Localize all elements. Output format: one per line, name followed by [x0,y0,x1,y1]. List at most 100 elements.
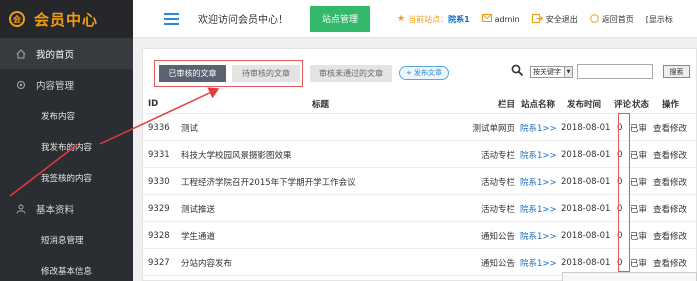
user-info[interactable]: admin [481,14,520,24]
row-title[interactable]: 测试 [181,115,198,140]
sidebar-item-label: 内容管理 [36,80,75,92]
sidebar-item-label: 基本资料 [36,204,75,216]
home-icon [15,48,26,59]
home-link[interactable]: 返回首页 [589,13,634,25]
logout-icon [531,13,543,25]
current-site-value: 院系1 [448,14,470,24]
row-id: 9330 [148,176,170,187]
row-date: 2018-08-01 [561,230,611,241]
row-id: 9329 [148,203,170,214]
table-row: 9328 学生通道 通知公告 院系1>> 2018-08-01 0 已审 查看修… [143,223,696,249]
welcome-text: 欢迎访问会员中心！ [198,15,288,26]
row-column: 活动专栏 [480,204,515,215]
table-row: 9336 测试 测试单网页 院系1>> 2018-08-01 0 已审 查看 修改 [143,115,696,141]
header-site: 站点名称 [521,99,556,110]
mail-icon [481,14,492,24]
header-column: 栏目 [497,99,515,110]
header-date: 发布时间 [567,99,602,110]
sidebar-item-home[interactable]: 我的首页 [0,38,133,69]
search-icon [511,64,524,77]
row-title[interactable]: 工程经济学院召开2015年下学期开学工作会议 [181,169,356,194]
row-site-link[interactable]: 院系1>> [520,115,557,140]
row-site-link[interactable]: 院系1>> [520,196,557,221]
tab-rejected[interactable]: 审核未通过的文章 [310,65,392,82]
row-date: 2018-08-01 [561,122,611,133]
row-actions: 查看 修改 [653,196,687,221]
topbar: 欢迎访问会员中心！ 站点管理 ★ 当前站点：院系1 admin 安全退出 返回首… [133,0,697,38]
site-manage-button[interactable]: 站点管理 [310,5,371,32]
header-id: ID [148,98,159,109]
header-status: 状态 [632,99,650,110]
row-actions: 查看 修改 [653,142,687,167]
table-row: 9330 工程经济学院召开2015年下学期开学工作会议 活动专栏 院系1>> 2… [143,169,696,195]
sidebar-item-edit-info[interactable]: 修改基本信息 [0,255,133,281]
view-link[interactable]: 查看 [653,176,670,188]
view-link[interactable]: 查看 [653,230,670,242]
row-actions: 查看 修改 [653,169,687,194]
tab-pending[interactable]: 待审核的文章 [232,65,300,82]
header-ops: 操作 [662,99,680,110]
header-title: 标题 [312,99,330,110]
view-link[interactable]: 查看 [653,203,670,215]
view-link[interactable]: 查看 [653,257,670,269]
topbar-extra[interactable]: [显示标 [646,14,673,25]
publish-article-button[interactable]: + 发布文章 [399,66,449,80]
sidebar: 会 会员中心 我的首页 内容管理 发布内容 我发布的内容 我签核的内容 基本资料… [0,0,133,281]
sidebar-item-profile[interactable]: 基本资料 [0,193,133,224]
edit-link[interactable]: 修改 [670,230,687,242]
user-icon [15,203,26,214]
sidebar-item-publish[interactable]: 发布内容 [0,100,133,131]
row-column: 活动专栏 [480,150,515,161]
row-column: 通知公告 [480,258,515,269]
view-link[interactable]: 查看 [653,149,670,161]
table-header: ID 标题 栏目 站点名称 发布时间 评论 状态 操作 [143,94,696,114]
row-site-link[interactable]: 院系1>> [520,169,557,194]
search-button[interactable]: 搜索 [663,65,690,78]
username: admin [494,14,520,24]
row-actions: 查看 修改 [653,115,687,140]
row-id: 9336 [148,122,170,133]
row-status: 已审 [630,204,648,215]
row-status: 已审 [630,150,648,161]
topbar-right: ★ 当前站点：院系1 admin 安全退出 返回首页 [显示标 [397,0,673,38]
row-id: 9327 [148,257,170,268]
floating-popup [562,272,697,281]
row-actions: 查看 修改 [653,223,687,248]
edit-link[interactable]: 修改 [670,203,687,215]
row-id: 9328 [148,230,170,241]
view-link[interactable]: 查看 [653,122,670,134]
brand-title: 会员中心 [34,10,99,29]
search-input[interactable] [577,64,653,79]
article-panel: 已审核的文章 待审核的文章 审核未通过的文章 + 发布文章 按关键字 ▼ 搜索 … [142,48,697,281]
sidebar-item-my-published[interactable]: 我发布的内容 [0,131,133,162]
edit-link[interactable]: 修改 [670,122,687,134]
star-icon: ★ [397,14,406,24]
logo: 会 会员中心 [0,0,133,38]
edit-link[interactable]: 修改 [670,176,687,188]
search-type-select[interactable]: 按关键字 ▼ [530,66,573,78]
row-column: 通知公告 [480,231,515,242]
sidebar-item-my-signed[interactable]: 我签核的内容 [0,162,133,193]
header-count: 评论 [614,99,632,110]
return-icon [589,13,599,25]
edit-link[interactable]: 修改 [670,149,687,161]
edit-link[interactable]: 修改 [670,257,687,269]
row-title[interactable]: 学生通道 [181,223,215,248]
brand-icon: 会 [9,11,25,27]
current-site: 当前站点：院系1 [408,14,470,24]
logout-link[interactable]: 安全退出 [531,13,578,25]
row-site-link[interactable]: 院系1>> [520,142,557,167]
menu-toggle-icon[interactable] [164,12,179,25]
content-area: 已审核的文章 待审核的文章 审核未通过的文章 + 发布文章 按关键字 ▼ 搜索 … [133,38,697,281]
row-status: 已审 [630,123,648,134]
row-title[interactable]: 测试推送 [181,196,215,221]
row-column: 活动专栏 [480,177,515,188]
row-title[interactable]: 分站内容发布 [181,250,232,275]
sidebar-item-messages[interactable]: 短消息管理 [0,224,133,255]
row-site-link[interactable]: 院系1>> [520,250,557,275]
row-title[interactable]: 科技大学校园风景摄影图效果 [181,142,292,167]
row-site-link[interactable]: 院系1>> [520,223,557,248]
sidebar-item-content[interactable]: 内容管理 [0,69,133,100]
tab-approved[interactable]: 已审核的文章 [159,65,226,82]
table-row: 9329 测试推送 活动专栏 院系1>> 2018-08-01 0 已审 查看修… [143,196,696,222]
